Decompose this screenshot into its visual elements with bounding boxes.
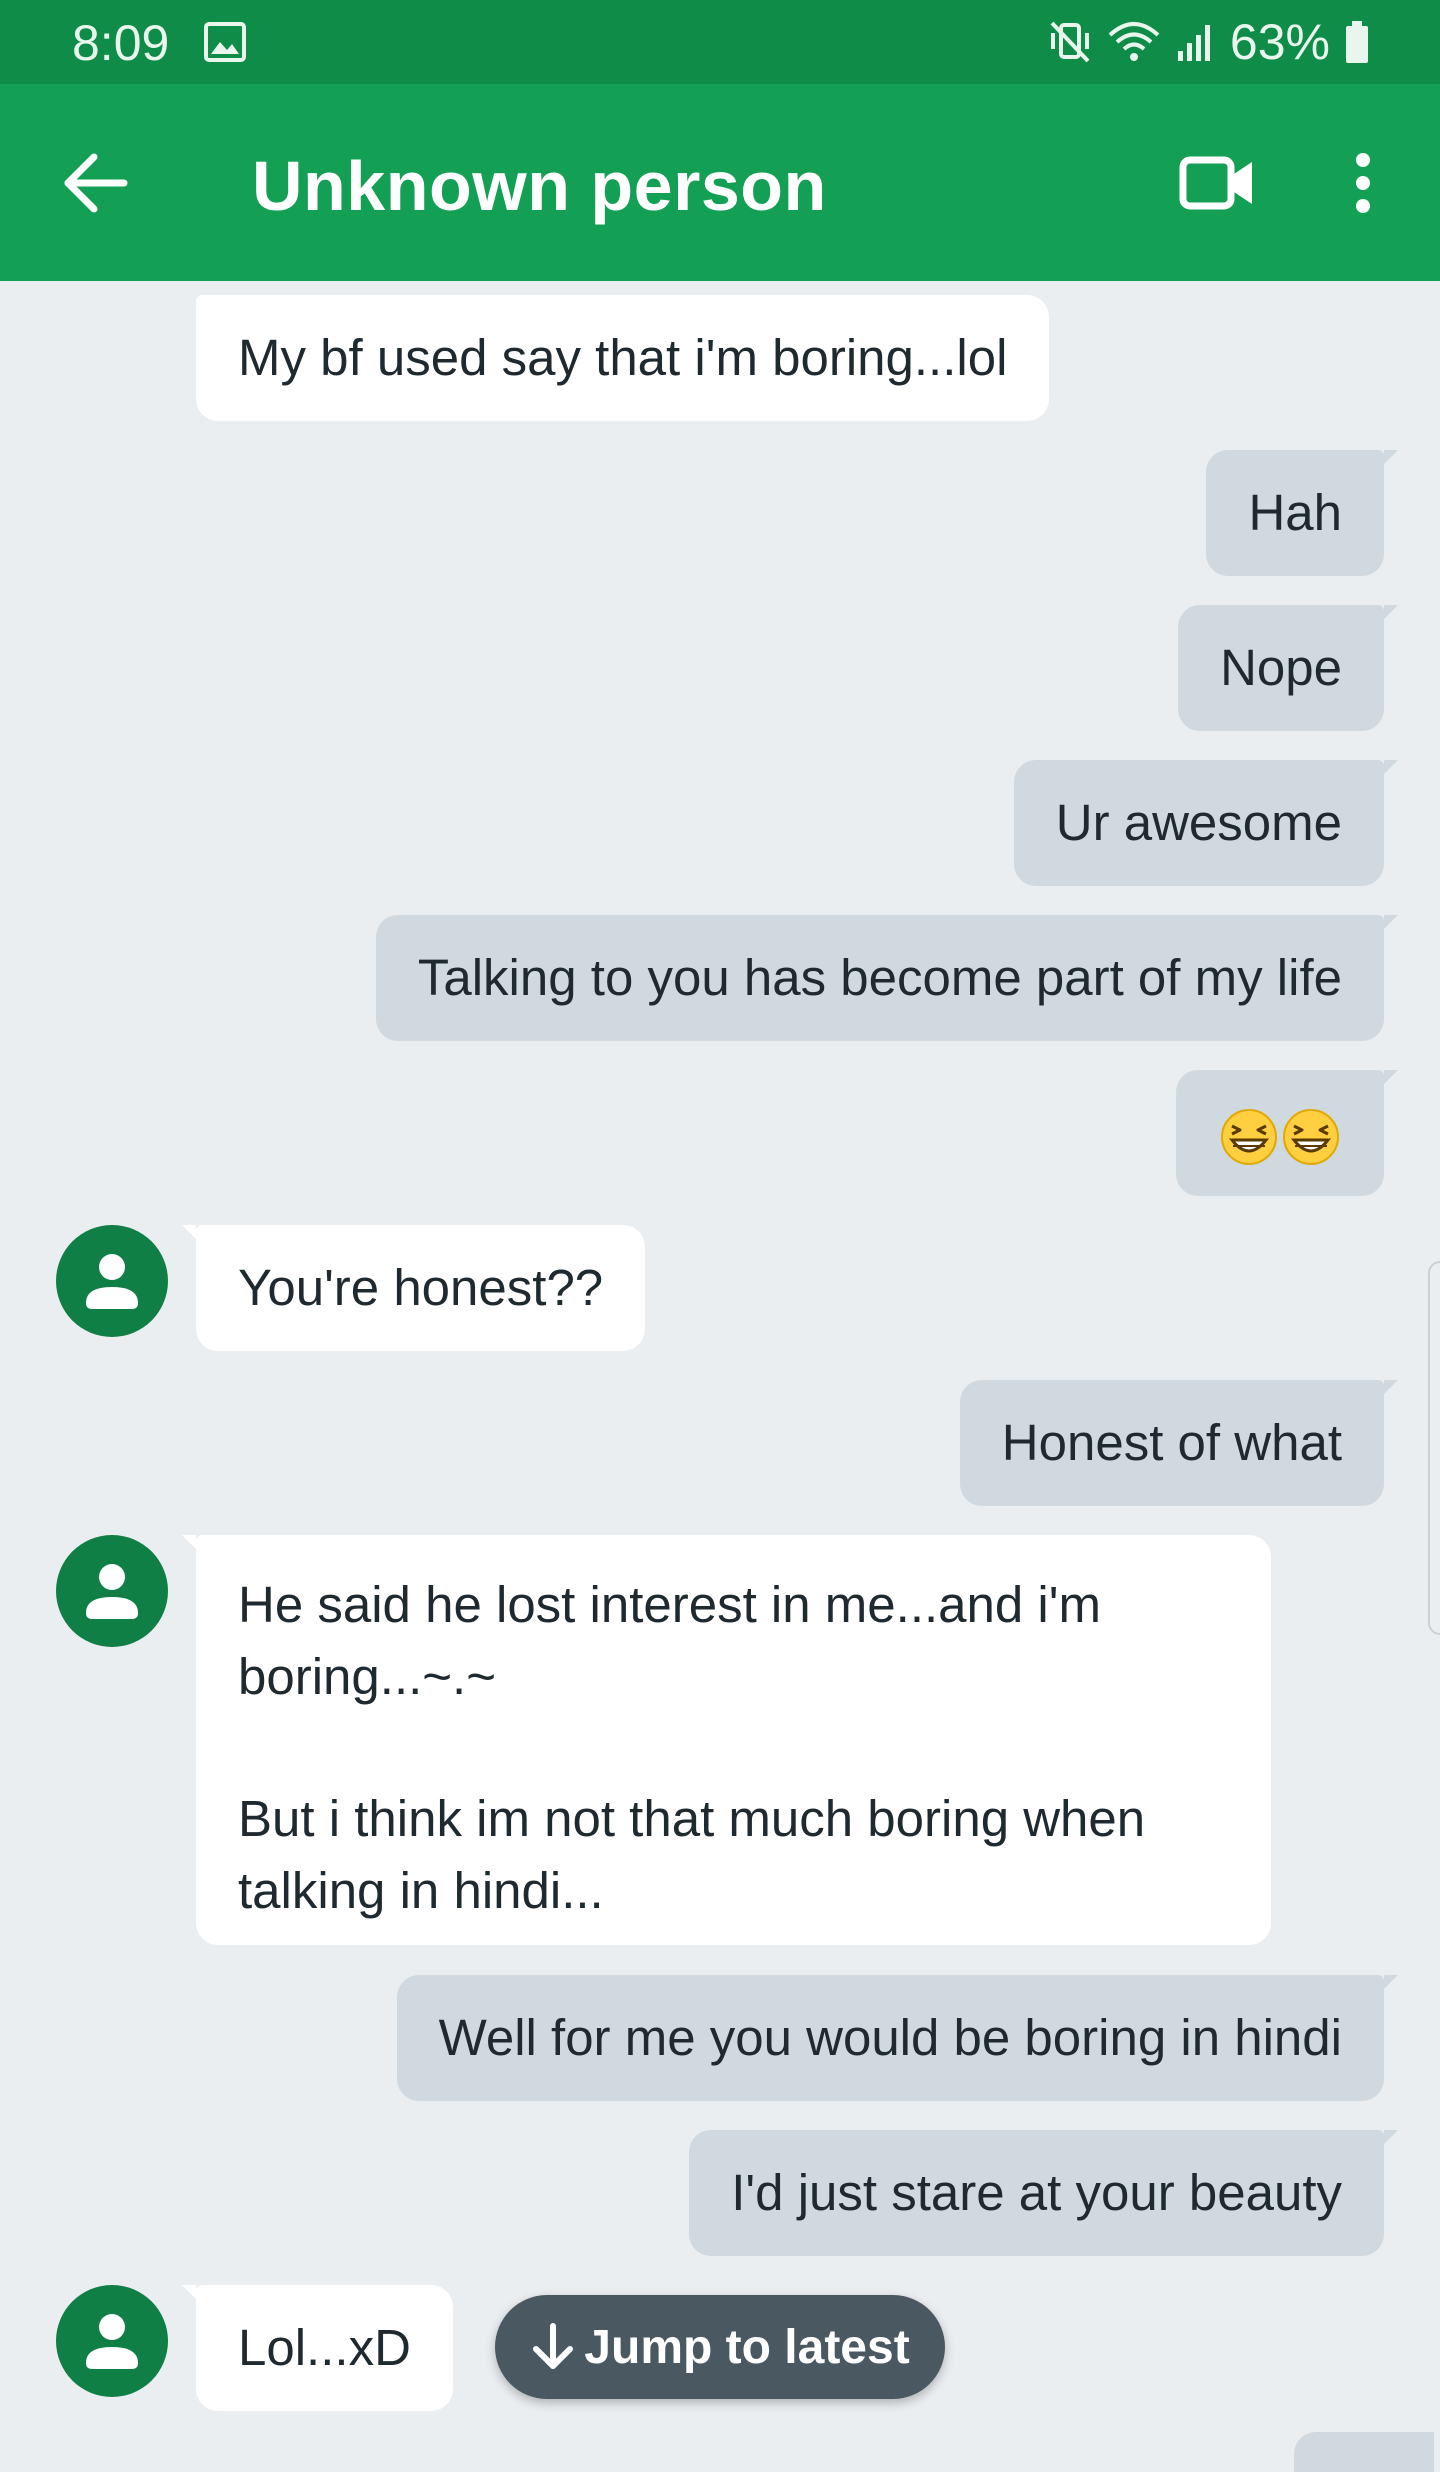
message-incoming[interactable]: My bf used say that i'm boring...lol	[196, 295, 1050, 421]
app-bar: Unknown person	[0, 84, 1440, 281]
jump-to-latest-button[interactable]: Jump to latest	[495, 2295, 945, 2399]
message-paragraph: But i think im not that much boring when…	[238, 1790, 1146, 1919]
message-incoming[interactable]: Lol...xD	[182, 2285, 453, 2411]
contact-avatar[interactable]	[56, 1535, 168, 1647]
wifi-icon	[1108, 22, 1160, 61]
message-outgoing[interactable]: Nope	[1178, 605, 1398, 731]
status-time: 8:09	[72, 15, 170, 71]
more-vert-icon[interactable]	[1340, 150, 1386, 216]
message-outgoing[interactable]: Ur awesome	[1013, 760, 1399, 886]
gallery-icon	[204, 22, 246, 62]
conversation-title: Unknown person	[252, 147, 827, 225]
message-outgoing-partial[interactable]	[1294, 2432, 1434, 2472]
person-icon	[86, 1564, 138, 1619]
message-incoming-multiline[interactable]: He said he lost interest in me...and i'm…	[182, 1535, 1271, 1945]
grinning-squinting-face-icon	[1283, 1108, 1339, 1165]
message-incoming[interactable]: You're honest??	[181, 1225, 646, 1351]
arrow-down-icon	[533, 2323, 574, 2369]
contact-avatar[interactable]	[56, 2285, 168, 2397]
message-outgoing[interactable]: Honest of what	[959, 1380, 1399, 1506]
signal-icon	[1177, 25, 1210, 61]
video-call-icon[interactable]	[1178, 152, 1256, 214]
message-paragraph: He said he lost interest in me...and i'm…	[238, 1576, 1101, 1705]
back-arrow-icon[interactable]	[62, 150, 130, 216]
jump-to-latest-label: Jump to latest	[584, 2320, 910, 2374]
person-icon	[86, 1254, 138, 1309]
person-icon	[86, 2314, 138, 2369]
message-outgoing[interactable]: Talking to you has become part of my lif…	[375, 915, 1399, 1041]
message-outgoing-emoji[interactable]	[1176, 1070, 1398, 1196]
contact-avatar[interactable]	[56, 1225, 168, 1337]
status-icons: 63%	[1048, 14, 1370, 70]
message-outgoing[interactable]: I'd just stare at your beauty	[689, 2130, 1398, 2256]
message-outgoing[interactable]: Well for me you would be boring in hindi	[396, 1975, 1399, 2101]
message-outgoing[interactable]: Hah	[1206, 450, 1398, 576]
scrollbar[interactable]	[1428, 1261, 1440, 1635]
battery-icon	[1346, 21, 1368, 63]
message-thread[interactable]: My bf used say that i'm boring...lol Hah…	[0, 281, 1440, 2452]
status-bar: 8:09 63%	[0, 0, 1440, 84]
grinning-squinting-face-icon	[1221, 1108, 1277, 1165]
battery-percent: 63%	[1229, 14, 1330, 70]
vibrate-mute-icon	[1050, 21, 1090, 63]
